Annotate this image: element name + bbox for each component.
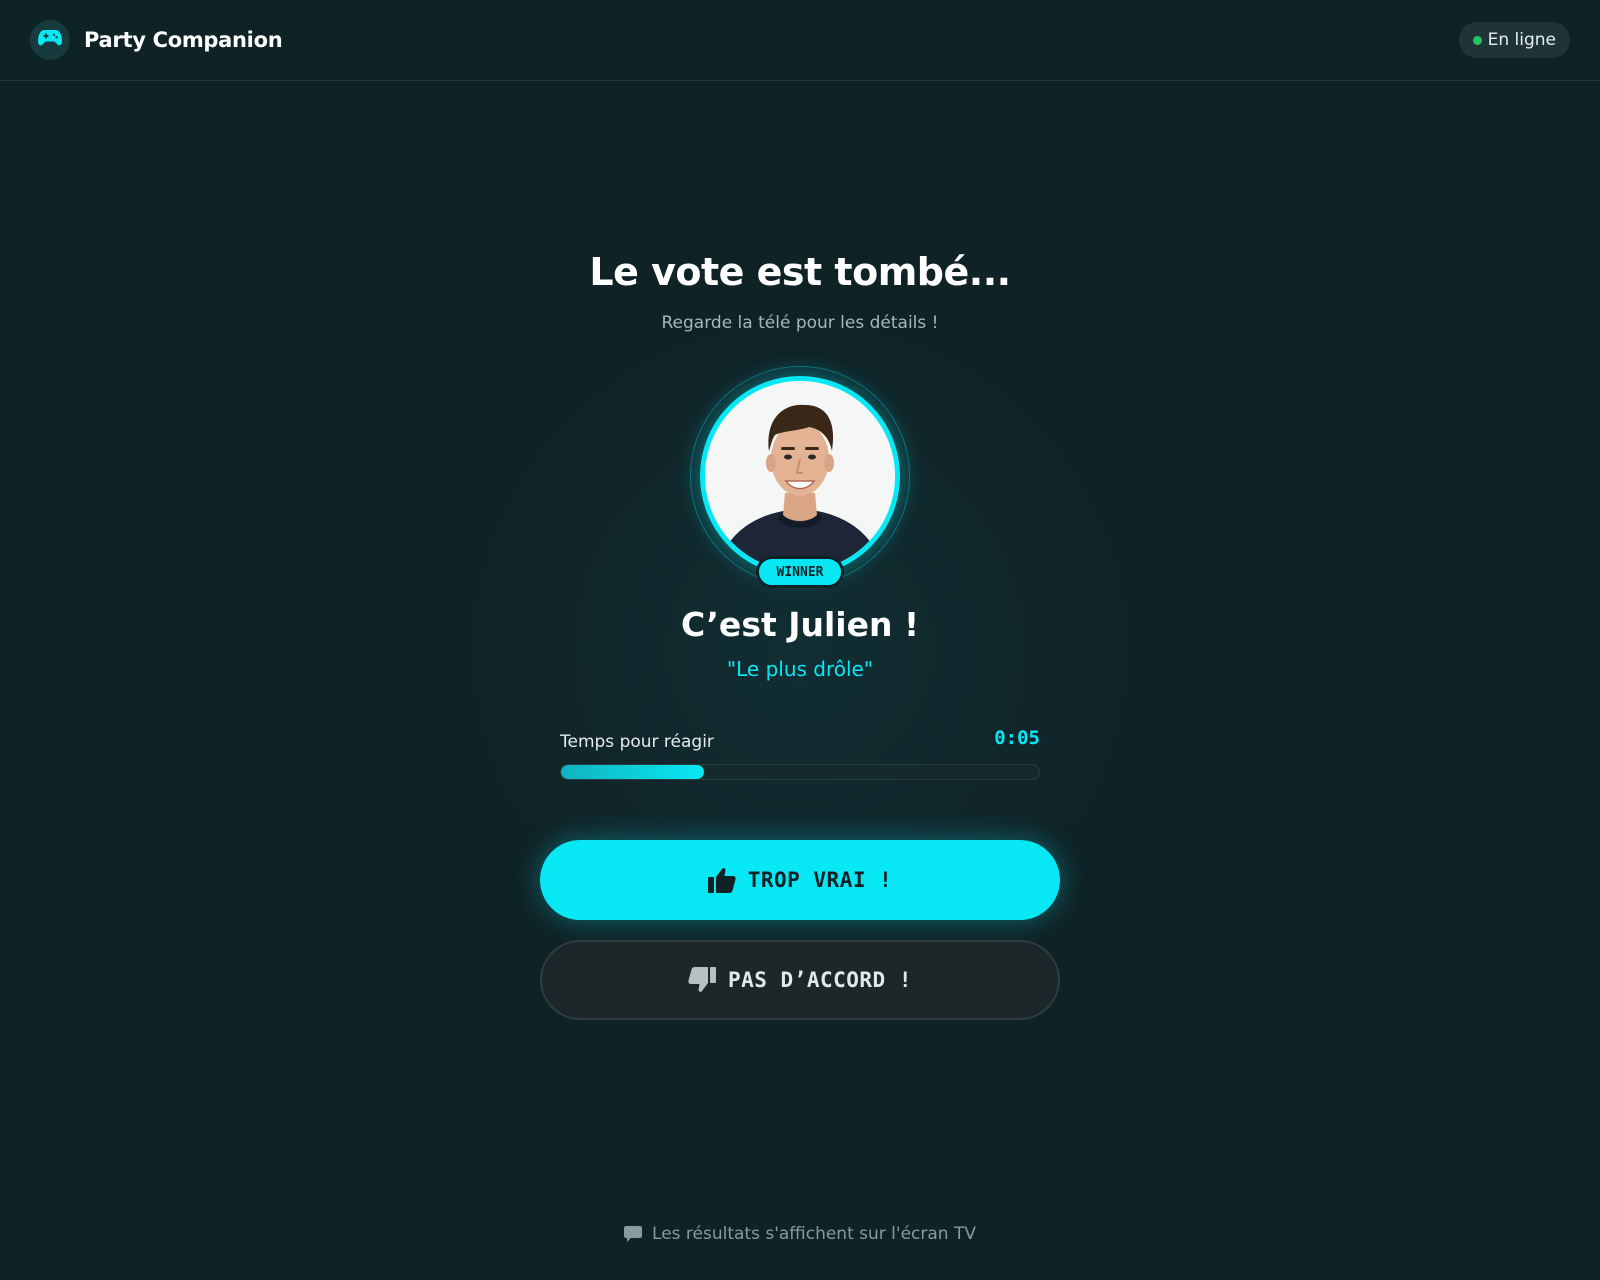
thumbs-down-icon <box>688 967 716 993</box>
chat-icon <box>624 1225 643 1243</box>
category-quote: "Le plus drôle" <box>726 657 874 681</box>
footer-text: Les résultats s'affichent sur l'écran TV <box>652 1224 976 1244</box>
app-header: Party Companion En ligne <box>0 0 1600 81</box>
timer-label: Temps pour réagir <box>560 732 714 752</box>
app-title: Party Companion <box>84 28 283 52</box>
online-dot-icon <box>1472 35 1482 45</box>
agree-label: TROP VRAI ! <box>747 868 893 892</box>
timer-progress-fill <box>561 765 705 779</box>
agree-button[interactable]: TROP VRAI ! <box>540 840 1060 920</box>
disagree-button[interactable]: PAS D’ACCORD ! <box>540 940 1060 1020</box>
app-logo[interactable] <box>30 20 70 60</box>
footer-note: Les résultats s'affichent sur l'écran TV <box>0 1224 1600 1244</box>
page-subtitle: Regarde la télé pour les détails ! <box>661 313 939 333</box>
page-title: Le vote est tombé... <box>589 250 1011 294</box>
avatar-photo <box>700 376 900 576</box>
winner-badge: WINNER <box>756 556 844 588</box>
gamepad-icon <box>38 29 62 51</box>
winner-name: C’est Julien ! <box>680 605 920 644</box>
connection-status-badge: En ligne <box>1458 22 1570 58</box>
thumbs-up-icon <box>707 867 736 893</box>
status-label: En ligne <box>1487 30 1556 50</box>
timer-progress-bar <box>560 764 1040 780</box>
disagree-label: PAS D’ACCORD ! <box>727 968 912 992</box>
timer-value: 0:05 <box>994 727 1040 749</box>
winner-avatar: WINNER <box>690 366 910 588</box>
